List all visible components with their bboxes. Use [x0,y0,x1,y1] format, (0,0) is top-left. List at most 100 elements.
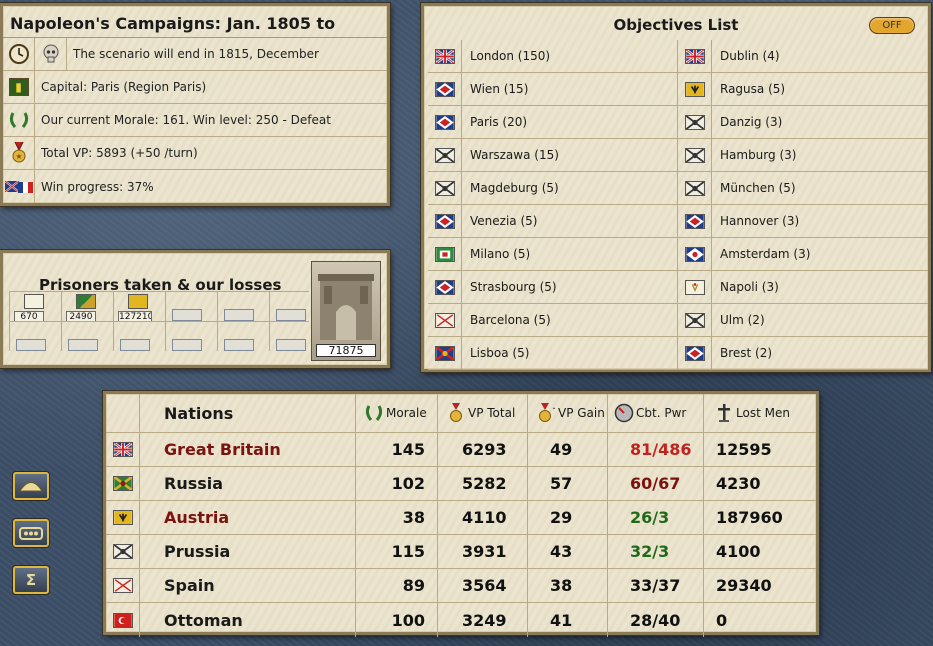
empty-slot [276,339,306,351]
prisoners-panel: Prisoners taken & our losses 670 2490 12… [0,250,390,368]
spain-flag-icon [428,304,462,336]
scenario-end-text: The scenario will end in 1815, December [73,47,319,61]
objective-item[interactable]: Milano (5) [428,238,678,270]
objective-name: Hannover (3) [720,214,800,228]
nation-name: Russia [140,467,356,500]
objective-row: Magdeburg (5) München (5) [428,172,928,205]
objective-item[interactable]: Venezia (5) [428,205,678,237]
empty-slot [68,339,98,351]
objective-item[interactable]: Napoli (3) [678,271,928,303]
objective-item[interactable]: Hamburg (3) [678,139,928,171]
nation-vp-total: 3931 [438,535,528,568]
objective-name: Hamburg (3) [720,148,797,162]
nation-vp-total: 6293 [438,433,528,466]
objective-item[interactable]: Hannover (3) [678,205,928,237]
objectives-toggle-button[interactable]: OFF [869,17,915,34]
objective-name: Amsterdam (3) [720,247,811,261]
objective-item[interactable]: London (150) [428,40,678,72]
objective-row: Warszawa (15) Hamburg (3) [428,139,928,172]
win-flags-icon [3,170,35,203]
nation-cbt-pwr: 33/37 [608,569,704,602]
nation-row[interactable]: Russia 102 5282 57 60/67 4230 [106,467,816,501]
vp-text: Total VP: 5893 (+50 /turn) [41,146,198,160]
prussia-flag-icon [678,304,712,336]
objective-item[interactable]: Barcelona (5) [428,304,678,336]
header-vp-total[interactable]: VP Total [438,394,528,432]
objective-row: Paris (20) Danzig (3) [428,106,928,139]
arc-de-triomphe-image: 71875 [311,261,381,361]
objective-item[interactable]: Amsterdam (3) [678,238,928,270]
objective-item[interactable]: Paris (20) [428,106,678,138]
objective-item[interactable]: Dublin (4) [678,40,928,72]
empty-slot [16,339,46,351]
header-morale-label: Morale [386,406,427,420]
austria-flag-icon [128,294,148,309]
header-nations[interactable]: Nations [140,394,356,432]
objective-name: Ulm (2) [720,313,765,327]
prisoners-grid: 670 2490 127210 [9,291,309,365]
fr-flag-icon [428,205,462,237]
prussia-flag-icon [678,106,712,138]
scenario-end-row: The scenario will end in 1815, December [3,38,387,71]
header-vp-total-label: VP Total [468,406,516,420]
nations-table: Nations Morale VP Total + VP Gain Cbt. P… [103,391,819,637]
austria-flag-icon [678,73,712,105]
nation-vp-gain: 29 [528,501,608,534]
italy-flag-icon [428,238,462,270]
objective-row: London (150) Dublin (4) [428,40,928,73]
objective-item[interactable]: Brest (2) [678,337,928,369]
nation-row[interactable]: Spain 89 3564 38 33/37 29340 [106,569,816,603]
objective-item[interactable]: Wien (15) [428,73,678,105]
nation-row[interactable]: Austria 38 4110 29 26/3 187960 [106,501,816,535]
objective-name: Magdeburg (5) [470,181,559,195]
nation-vp-gain: 41 [528,603,608,637]
morale-text: Our current Morale: 161. Win level: 250 … [41,113,331,127]
empty-slot [172,339,202,351]
objective-name: London (150) [470,49,551,63]
objective-item[interactable]: München (5) [678,172,928,204]
nation-vp-total: 5282 [438,467,528,500]
fr-flag-icon [428,73,462,105]
nation-row[interactable]: Ottoman 100 3249 41 28/40 0 [106,603,816,637]
objective-item[interactable]: Strasbourg (5) [428,271,678,303]
nations-body: Great Britain 145 6293 49 81/486 12595 Russia 1… [106,433,816,637]
header-lost-men[interactable]: Lost Men [704,394,814,432]
objective-row: Strasbourg (5) Napoli (3) [428,271,928,304]
loss-cell-empty [165,321,217,351]
objective-item[interactable]: Ragusa (5) [678,73,928,105]
objective-item[interactable]: Danzig (3) [678,106,928,138]
nation-name: Prussia [140,535,356,568]
bicorne-hat-icon [19,482,43,492]
nation-lost-men: 12595 [716,440,772,459]
sum-button[interactable]: Σ [13,566,49,594]
vp-row: ★ Total VP: 5893 (+50 /turn) [3,137,387,170]
capital-text: Capital: Paris (Region Paris) [41,80,207,94]
army-button[interactable] [13,519,49,547]
objective-item[interactable]: Ulm (2) [678,304,928,336]
nation-row[interactable]: Prussia 115 3931 43 32/3 4100 [106,535,816,569]
objective-item[interactable]: Lisboa (5) [428,337,678,369]
russia-flag-icon [106,467,140,500]
loss-cell-empty [113,321,165,351]
objective-item[interactable]: Warszawa (15) [428,139,678,171]
naples-flag-icon [678,271,712,303]
header-lost-men-label: Lost Men [736,406,790,420]
nation-cbt-pwr: 32/3 [608,535,704,568]
nation-morale: 102 [356,467,438,500]
nation-lost-men: 4230 [716,474,761,493]
nation-cbt-pwr: 81/486 [608,433,704,466]
header-morale[interactable]: Morale [356,394,438,432]
header-cbt-pwr[interactable]: Cbt. Pwr [608,394,704,432]
our-losses-value: 71875 [316,344,376,357]
objective-name: Brest (2) [720,346,773,360]
capital-row: ▮ Capital: Paris (Region Paris) [3,71,387,104]
header-vp-gain[interactable]: + VP Gain [528,394,608,432]
nation-lost-men: 0 [716,610,728,630]
objective-item[interactable]: Magdeburg (5) [428,172,678,204]
fr-flag-icon [428,106,462,138]
laurel-icon [364,403,384,423]
nation-vp-gain: 49 [528,433,608,466]
nation-lost-men: 29340 [716,576,772,595]
hat-button[interactable] [13,472,49,500]
nation-row[interactable]: Great Britain 145 6293 49 81/486 12595 [106,433,816,467]
